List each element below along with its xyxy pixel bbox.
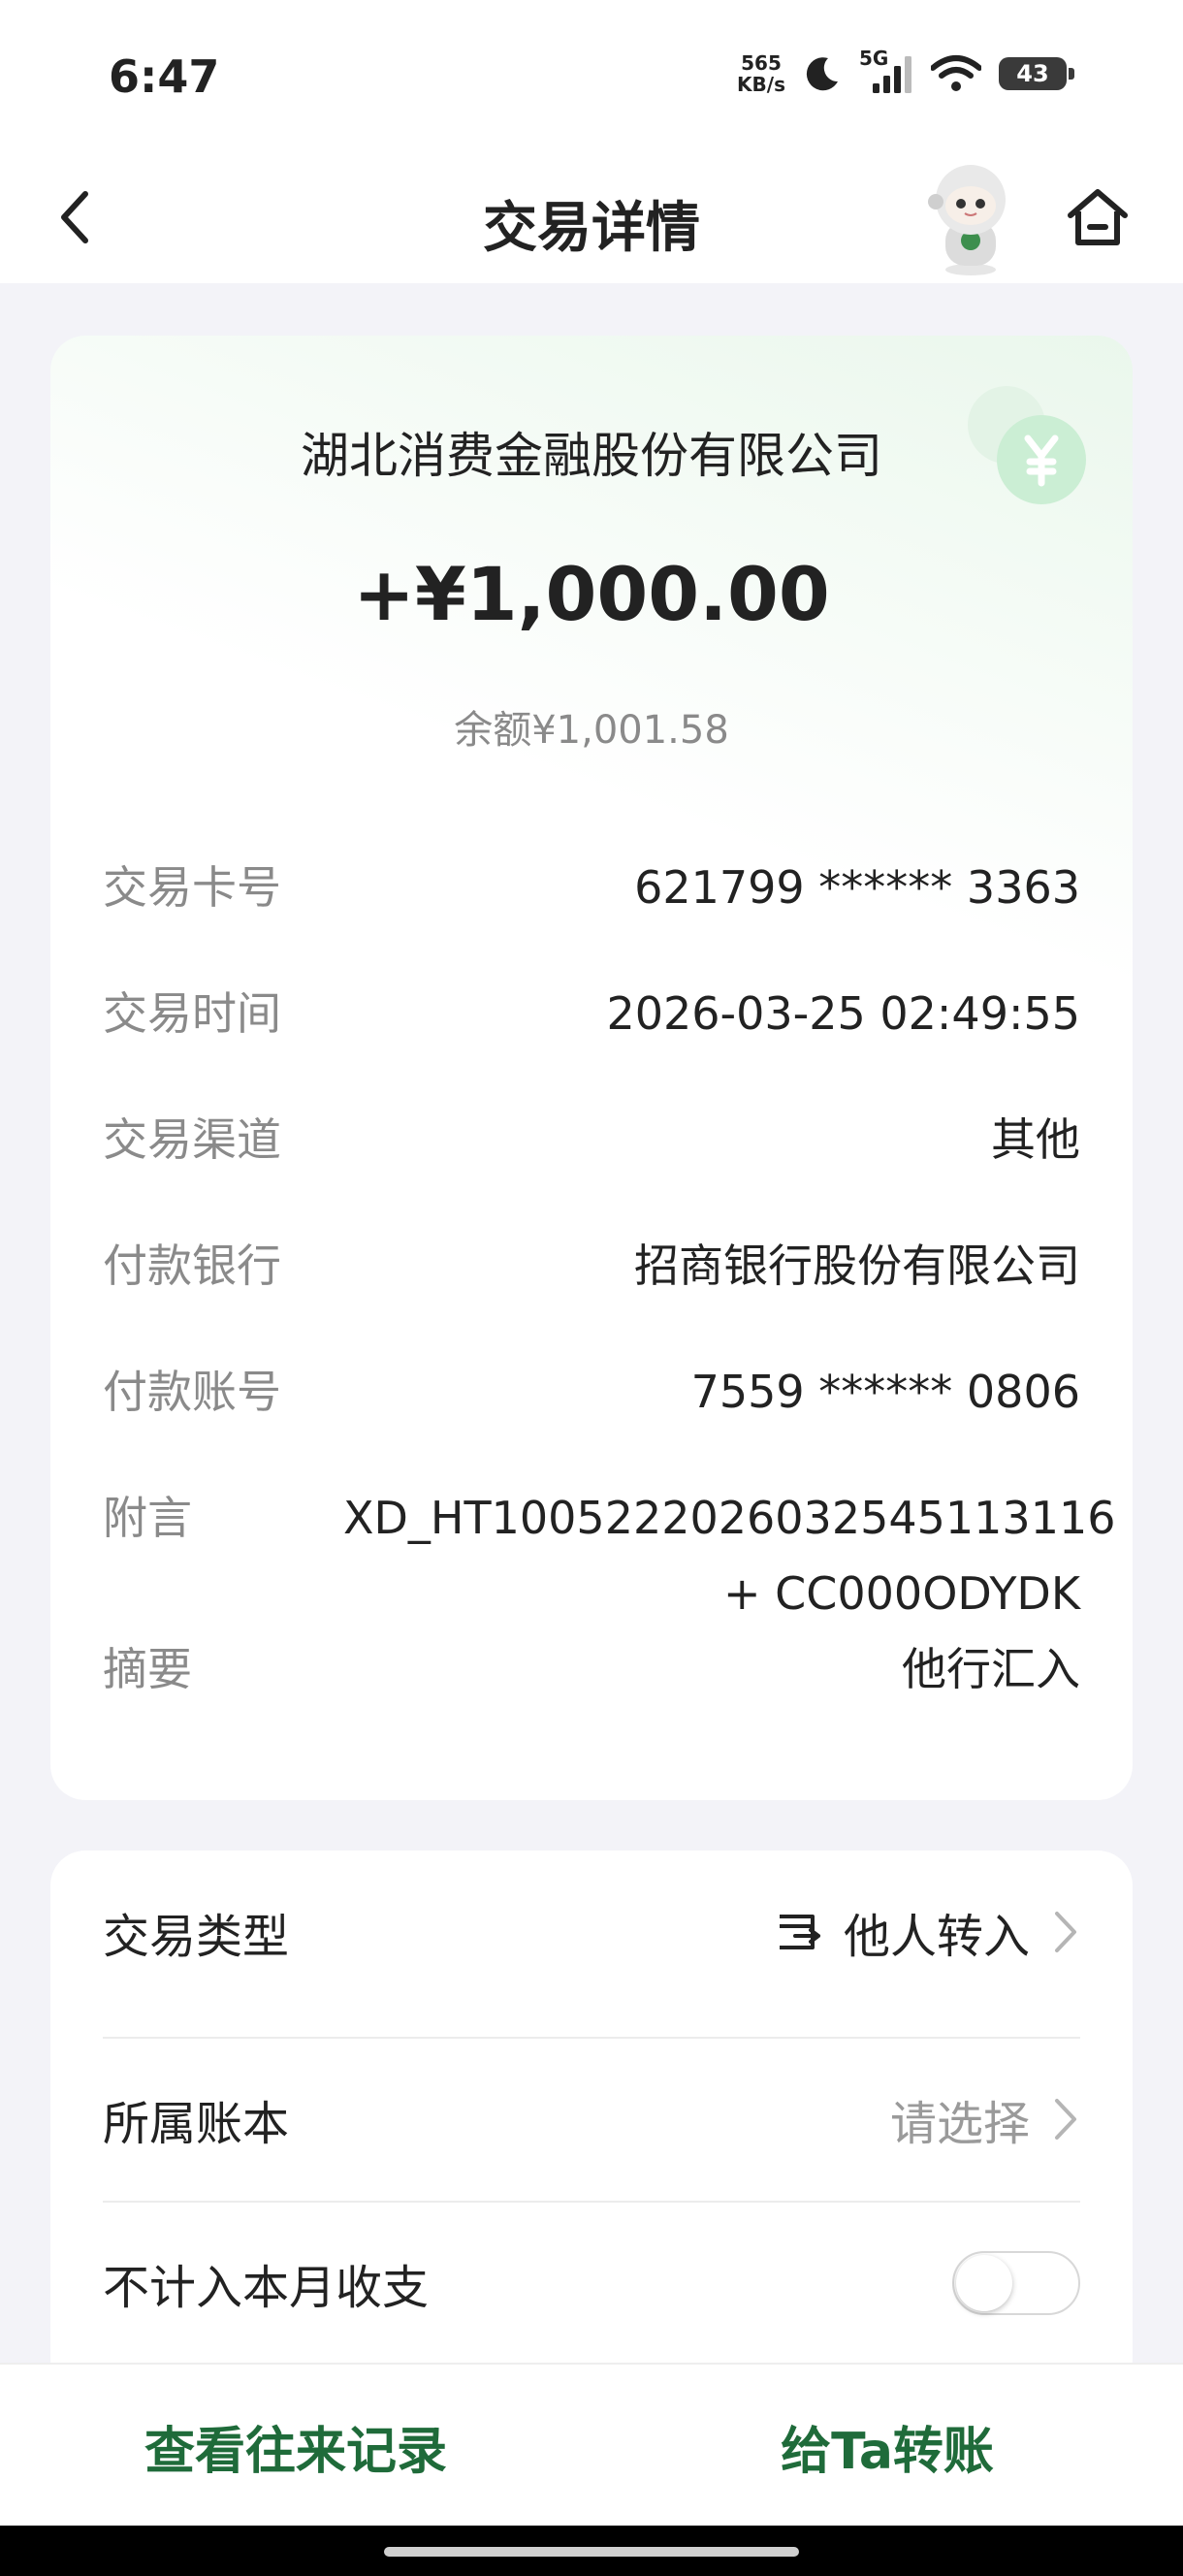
detail-value: XD_HT1005222026032545113116 <box>343 1492 1116 1544</box>
detail-label: 付款银行 <box>103 1240 281 1292</box>
status-time: 6:47 <box>109 50 220 103</box>
transaction-type-label: 交易类型 <box>103 1910 290 1964</box>
detail-label: 付款账号 <box>103 1366 281 1418</box>
system-navigation-area <box>0 2526 1183 2576</box>
moon-icon <box>806 57 838 91</box>
detail-label: 附言 <box>103 1492 192 1544</box>
transaction-type-selector[interactable]: 他人转入 <box>774 1898 1080 1966</box>
transaction-type-row[interactable]: 交易类型 他人转入 <box>103 1851 1080 2013</box>
cellular-signal: 5G <box>859 47 913 95</box>
detail-label: 交易渠道 <box>103 1113 281 1166</box>
detail-value: 2026-03-25 02:49:55 <box>606 987 1080 1040</box>
ledger-label: 所属账本 <box>103 2097 290 2151</box>
merchant-name: 湖北消费金融股份有限公司 <box>301 428 882 484</box>
ledger-row[interactable]: 所属账本 请选择 <box>103 2038 1080 2201</box>
detail-label: 摘要 <box>103 1643 192 1695</box>
ledger-value: 请选择 <box>889 2097 1030 2151</box>
battery-level: 43 <box>1016 60 1049 87</box>
detail-value: 他行汇入 <box>902 1643 1080 1695</box>
network-speed-unit: KB/s <box>737 73 785 96</box>
exclude-monthly-label: 不计入本月收支 <box>103 2261 430 2315</box>
view-history-button[interactable]: 查看往来记录 <box>0 2365 592 2528</box>
battery-icon: 43 <box>999 57 1074 90</box>
detail-value: 招商银行股份有限公司 <box>634 1240 1080 1292</box>
exclude-monthly-row: 不计入本月收支 <box>103 2202 1080 2365</box>
settings-card: 交易类型 他人转入 所属账本 请选择 不计入本月收支 <box>50 1851 1133 2394</box>
detail-value: 7559 ****** 0806 <box>690 1366 1080 1418</box>
network-speed: 565 KB/s <box>737 52 785 95</box>
account-balance: 余额¥1,001.58 <box>454 708 729 753</box>
exclude-monthly-toggle[interactable] <box>952 2251 1080 2315</box>
transaction-type-value: 他人转入 <box>843 1910 1030 1964</box>
chevron-right-icon <box>1055 1912 1076 1952</box>
detail-label: 交易卡号 <box>103 861 281 914</box>
ledger-selector[interactable]: 请选择 <box>890 2085 1080 2153</box>
network-speed-value: 565 <box>741 51 782 75</box>
transfer-in-icon <box>779 1915 820 1949</box>
chevron-right-icon <box>1055 2099 1076 2140</box>
home-icon[interactable] <box>1063 182 1133 252</box>
detail-value: 其他 <box>991 1113 1080 1166</box>
signal-icon <box>873 56 911 93</box>
toggle-knob <box>956 2255 1012 2311</box>
transaction-amount: +¥1,000.00 <box>353 551 830 637</box>
status-icons: 565 KB/s 5G 43 <box>737 47 1074 95</box>
wifi-icon <box>931 55 981 91</box>
robot-mascot-icon[interactable] <box>916 161 1025 277</box>
status-bar: 6:47 565 KB/s 5G 43 <box>0 0 1183 155</box>
bottom-action-bar: 查看往来记录 给Ta转账 <box>0 2363 1183 2528</box>
detail-label: 交易时间 <box>103 987 281 1040</box>
home-indicator[interactable] <box>384 2547 799 2557</box>
exclude-monthly-control <box>952 2251 1080 2315</box>
transfer-button[interactable]: 给Ta转账 <box>592 2365 1183 2528</box>
transaction-card: 湖北消费金融股份有限公司 +¥1,000.00 余额¥1,001.58 交易卡号… <box>50 336 1133 1800</box>
detail-value-continued: + CC000ODYDK <box>723 1567 1080 1620</box>
top-navigation: 交易详情 <box>0 155 1183 283</box>
detail-value: 621799 ****** 3363 <box>634 861 1080 914</box>
